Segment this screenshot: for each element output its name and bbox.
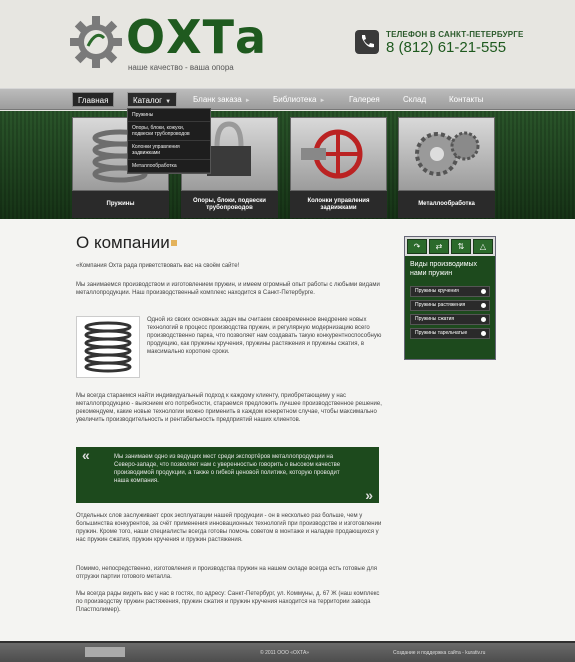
- main-nav: Главная Каталог ▼ Бланк заказа ► Библиотек…: [0, 88, 575, 110]
- dropdown-item[interactable]: Опоры, блоки, кожухи, подвески трубопров…: [128, 122, 210, 141]
- nav-item-library[interactable]: Библиотека ►: [268, 92, 330, 107]
- gear-logo-icon: [70, 16, 122, 68]
- nav-item-contacts[interactable]: Контакты: [444, 92, 489, 107]
- sidebar-item-label: Пружины растяжения: [415, 302, 466, 308]
- quote-open-icon: «: [82, 447, 90, 463]
- catalog-card-valve-columns[interactable]: Колонки управления задвижками: [290, 117, 387, 218]
- sidebar-item-tension[interactable]: Пружины растяжения: [410, 300, 490, 311]
- catalog-card-metalworking[interactable]: Металлообработка: [398, 117, 495, 218]
- phone-label: ТЕЛЕФОН В САНКТ-ПЕТЕРБУРГЕ: [386, 30, 524, 39]
- developer-link[interactable]: Создание и поддержка сайта - kurativ.ru: [393, 650, 485, 656]
- dropdown-item[interactable]: Металлообработка: [128, 160, 210, 173]
- nav-item-label: Библиотека: [273, 95, 317, 104]
- disc-spring-icon[interactable]: △: [473, 239, 493, 254]
- chevron-right-icon: ►: [244, 98, 251, 104]
- sidebar-title: Виды производимых нами пружин: [410, 261, 478, 277]
- chevron-right-icon: ►: [319, 98, 326, 104]
- torsion-spring-icon[interactable]: ↷: [407, 239, 427, 254]
- card-caption: Опоры, блоки, подвески трубопроводов: [181, 191, 278, 218]
- sidebar-item-label: Пружины сжатия: [415, 316, 455, 322]
- tension-spring-icon[interactable]: ⇄: [429, 239, 449, 254]
- arrow-icon: [481, 303, 486, 308]
- quote-block: « Мы занимаем одно из ведущих мест среди…: [76, 447, 379, 503]
- paragraph: Мы занимаемся производством и изготовлен…: [76, 282, 380, 296]
- catalog-dropdown: Пружины Опоры, блоки, кожухи, подвески т…: [127, 108, 211, 174]
- sidebar-item-label: Пружины тарельчатые: [415, 330, 468, 336]
- edit-icon[interactable]: [171, 240, 177, 246]
- logo-text[interactable]: ОХТа: [126, 14, 267, 60]
- card-caption: Колонки управления задвижками: [290, 191, 387, 218]
- nav-item-catalog[interactable]: Каталог ▼: [127, 92, 178, 107]
- paragraph: Помимо, непосредственно, изготовления и …: [76, 566, 377, 580]
- sidebar-item-label: Пружины кручения: [415, 288, 459, 294]
- sidebar-item-torsion[interactable]: Пружины кручения: [410, 286, 490, 297]
- nav-item-warehouse[interactable]: Склад: [398, 92, 431, 107]
- slogan: наше качество - ваша опора: [128, 63, 234, 72]
- nav-item-home[interactable]: Главная: [72, 92, 115, 107]
- catalog-banner: Пружины Опоры, блоки, подвески трубопров…: [0, 111, 575, 219]
- card-caption: Пружины: [72, 191, 169, 218]
- arrow-icon: [481, 289, 486, 294]
- spring-types-sidebar: ↷ ⇄ ⇅ △ Виды производимых нами пружин Пр…: [404, 236, 496, 360]
- dropdown-item[interactable]: Колонки управления задвижками: [128, 141, 210, 160]
- nav-item-label: Бланк заказа: [193, 95, 242, 104]
- paragraph: Мы всегда рады видеть вас у нас в гостях…: [76, 591, 380, 613]
- nav-item-label: Каталог: [133, 96, 163, 105]
- phone-icon: [355, 30, 379, 54]
- paragraph: Одной из своих основных задач мы считаем…: [147, 317, 382, 355]
- phone-number: 8 (812) 61-21-555: [386, 39, 507, 56]
- compression-spring-icon[interactable]: ⇅: [451, 239, 471, 254]
- site-footer: © 2011 ООО «ОХТА» Создание и поддержка с…: [0, 641, 575, 662]
- footer-logo[interactable]: [85, 647, 125, 657]
- copyright-text: © 2011 ООО «ОХТА»: [260, 650, 310, 656]
- springs-photo: [76, 316, 140, 378]
- sidebar-item-compression[interactable]: Пружины сжатия: [410, 314, 490, 325]
- card-caption: Металлообработка: [398, 191, 495, 218]
- arrow-icon: [481, 317, 486, 322]
- quote-close-icon: »: [365, 487, 373, 503]
- arrow-icon: [481, 331, 486, 336]
- site-header: ОХТа наше качество - ваша опора ТЕЛЕФОН …: [0, 0, 575, 88]
- page-title: О компании: [76, 233, 170, 252]
- quote-text: Мы занимаем одно из ведущих мест среди э…: [114, 454, 341, 484]
- spring-type-icons: ↷ ⇄ ⇅ △: [405, 237, 495, 256]
- nav-item-gallery[interactable]: Галерея: [344, 92, 385, 107]
- dropdown-item[interactable]: Пружины: [128, 109, 210, 122]
- nav-item-order-form[interactable]: Бланк заказа ►: [188, 92, 256, 107]
- paragraph: Мы всегда стараемся найти индивидуальный…: [76, 393, 382, 423]
- paragraph: Отдельных слов заслуживает срок эксплуат…: [76, 513, 382, 543]
- valve-image: [290, 117, 387, 191]
- intro-paragraph: «Компания Охта рада приветствовать вас н…: [76, 263, 240, 269]
- sidebar-item-disc[interactable]: Пружины тарельчатые: [410, 328, 490, 339]
- gears-image: [398, 117, 495, 191]
